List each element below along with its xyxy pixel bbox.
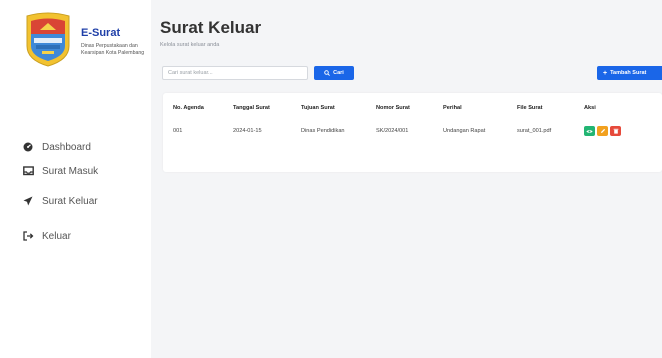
page-subtitle: Kelola surat keluar anda bbox=[160, 42, 220, 48]
city-logo bbox=[26, 12, 70, 67]
edit-button[interactable] bbox=[597, 126, 608, 136]
sidebar-item-label: Surat Keluar bbox=[42, 195, 98, 207]
sidebar-item-keluar[interactable]: Keluar bbox=[22, 226, 71, 246]
search-icon bbox=[324, 70, 331, 76]
eye-icon bbox=[586, 129, 593, 133]
search-input[interactable] bbox=[162, 66, 308, 80]
brand-title: E-Surat bbox=[81, 27, 121, 39]
sidebar-item-surat-masuk[interactable]: Surat Masuk bbox=[22, 161, 98, 181]
header-perihal: Perihal bbox=[443, 105, 462, 111]
add-surat-button[interactable]: + Tambah Surat bbox=[597, 66, 662, 80]
main-content: Surat Keluar Kelola surat keluar anda Ca… bbox=[151, 0, 662, 358]
trash-icon bbox=[613, 128, 618, 134]
sidebar-item-dashboard[interactable]: Dashboard bbox=[22, 137, 91, 157]
inbox-icon bbox=[22, 165, 34, 177]
header-tanggal-surat: Tanggal Surat bbox=[233, 105, 270, 111]
add-surat-button-label: Tambah Surat bbox=[610, 70, 647, 76]
sidebar-item-surat-keluar[interactable]: Surat Keluar bbox=[22, 191, 98, 211]
table-row: 001 2024-01-15 Dinas Pendidikan SK/2024/… bbox=[163, 123, 634, 139]
cell-tanggal-surat: 2024-01-15 bbox=[233, 128, 262, 134]
send-icon bbox=[22, 195, 34, 207]
page-title: Surat Keluar bbox=[160, 18, 262, 37]
cell-aksi bbox=[574, 123, 634, 139]
header-nomor-surat: Nomor Surat bbox=[376, 105, 410, 111]
header-file-surat: File Surat bbox=[517, 105, 543, 111]
pencil-icon bbox=[600, 128, 605, 133]
cell-file-surat[interactable]: surat_001.pdf bbox=[507, 123, 574, 139]
brand-subtitle: Dinas Perpustakaan dan Kearsipan Kota Pa… bbox=[81, 43, 145, 56]
sidebar-item-label: Keluar bbox=[42, 230, 71, 242]
search-button[interactable]: Cari bbox=[314, 66, 354, 80]
header-tujuan-surat: Tujuan Surat bbox=[301, 105, 335, 111]
table-header-row: No. Agenda Tanggal Surat Tujuan Surat No… bbox=[163, 93, 634, 123]
logout-icon bbox=[22, 230, 34, 242]
surat-keluar-table: No. Agenda Tanggal Surat Tujuan Surat No… bbox=[163, 93, 634, 139]
search-button-label: Cari bbox=[333, 70, 344, 76]
table-card: No. Agenda Tanggal Surat Tujuan Surat No… bbox=[163, 93, 662, 172]
cell-perihal: Undangan Rapat bbox=[443, 128, 486, 134]
header-aksi: Aksi bbox=[584, 105, 596, 111]
cell-nomor-surat: SK/2024/001 bbox=[376, 128, 409, 134]
brand: E-Surat Dinas Perpustakaan dan Kearsipan… bbox=[18, 10, 150, 72]
view-button[interactable] bbox=[584, 126, 595, 136]
cell-no-agenda: 001 bbox=[173, 128, 183, 134]
cell-tujuan-surat: Dinas Pendidikan bbox=[301, 128, 345, 134]
sidebar-item-label: Dashboard bbox=[42, 141, 91, 153]
delete-button[interactable] bbox=[610, 126, 621, 136]
sidebar: E-Surat Dinas Perpustakaan dan Kearsipan… bbox=[0, 0, 151, 358]
plus-icon: + bbox=[603, 69, 608, 77]
header-no-agenda: No. Agenda bbox=[173, 105, 204, 111]
sidebar-item-label: Surat Masuk bbox=[42, 165, 99, 177]
gauge-icon bbox=[22, 141, 34, 153]
